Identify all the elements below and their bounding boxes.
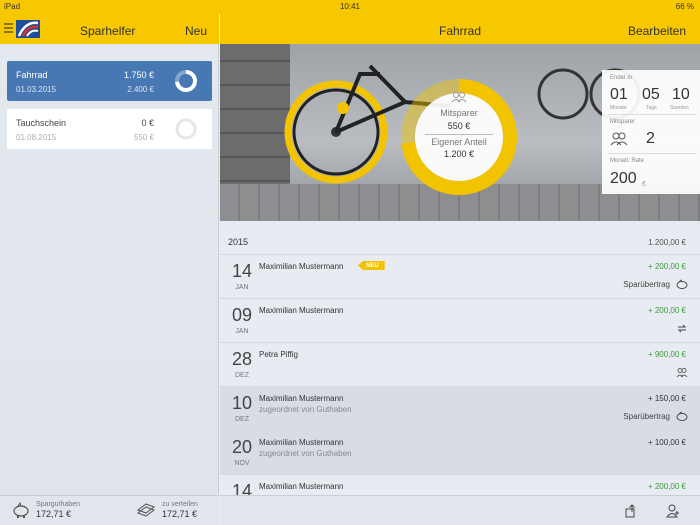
transaction-row[interactable]: 14 JAN Maximilian Mustermann NEU + 200,0…: [220, 255, 700, 299]
detail-header: Fahrrad Bearbeiten: [220, 14, 700, 44]
entry-month: NOV: [234, 460, 250, 467]
entry-amount: + 200,00 €: [647, 306, 686, 315]
divider: [608, 153, 696, 154]
monthly-rate-unit: €: [642, 181, 646, 188]
entry-day: 14: [231, 261, 253, 281]
group-icon: [451, 92, 467, 103]
transaction-row[interactable]: 10 DEZ Maximilian Mustermann zugeordnet …: [220, 387, 700, 431]
piggy-bank-icon[interactable]: [12, 502, 30, 518]
goal-date: 01.03.2015: [16, 85, 57, 94]
monthly-rate-value: 200: [610, 170, 637, 187]
info-co-savers-label: Mitsparer: [610, 119, 636, 125]
entry-name: Maximilian Mustermann: [259, 438, 344, 447]
status-bar: iPad 10:41 66 %: [0, 0, 700, 14]
entry-month: DEZ: [235, 416, 249, 423]
months-value: 01: [610, 86, 628, 103]
battery-level: 66 %: [675, 2, 694, 11]
entry-type: Sparübertrag: [623, 280, 670, 289]
goal-target: 2.400 €: [127, 85, 154, 94]
transaction-row[interactable]: 28 DEZ Petra Piffig + 900,00 €: [220, 343, 700, 387]
entry-name: Petra Piffig: [259, 350, 298, 359]
goal-amount: 1.750 €: [123, 70, 154, 80]
savings-label: Sparguthaben: [36, 501, 80, 508]
own-share-amount: 1.200 €: [443, 149, 475, 159]
sidebar-header: Sparhelfer Neu: [0, 14, 219, 44]
entry-day: 14: [231, 481, 253, 495]
year-header: 2015 1.200,00 €: [220, 221, 700, 255]
sidebar-title: Sparhelfer: [80, 24, 136, 38]
entry-month: JAN: [235, 328, 249, 335]
entry-name: Maximilian Mustermann: [259, 306, 344, 315]
progress-ring-icon: [175, 118, 197, 140]
share-icon[interactable]: [624, 504, 638, 518]
days-value: 05: [642, 86, 660, 103]
entry-name: Maximilian Mustermann: [259, 394, 344, 403]
distribute-label: zu verteilen: [162, 501, 198, 508]
transaction-list[interactable]: 2015 1.200,00 € 14 JAN Maximilian Muster…: [220, 221, 700, 495]
entry-amount: + 100,00 €: [647, 438, 686, 447]
group-icon: [610, 132, 628, 146]
savings-balance[interactable]: Sparguthaben 172,71 €: [36, 501, 80, 519]
distribute-balance[interactable]: zu verteilen 172,71 €: [162, 501, 198, 519]
ends-in-label: Endet in: [610, 75, 633, 81]
year-total: 1.200,00 €: [648, 238, 686, 247]
entry-day: 28: [231, 349, 253, 369]
months-label: Monate: [610, 105, 627, 111]
money-stack-icon[interactable]: [136, 503, 156, 517]
menu-icon[interactable]: [4, 23, 13, 33]
savings-value: 172,71 €: [36, 509, 72, 519]
co-savers-label: Mitsparer: [440, 108, 478, 118]
group-icon: [676, 368, 688, 378]
piggy-bank-icon: [676, 411, 688, 422]
piggy-bank-icon: [676, 279, 688, 290]
sidebar: Fahrrad 01.03.2015 1.750 € 2.400 € Tauch…: [0, 44, 219, 525]
entry-amount: + 200,00 €: [647, 262, 686, 271]
savings-goal-card-fahrrad[interactable]: Fahrrad 01.03.2015 1.750 € 2.400 €: [7, 61, 212, 101]
entry-name: Maximilian Mustermann: [259, 262, 344, 271]
distribute-value: 172,71 €: [162, 509, 198, 519]
entry-amount: + 900,00 €: [647, 350, 686, 359]
detail-toolbar: [220, 495, 700, 525]
repeat-icon: [677, 324, 687, 333]
entry-day: 09: [231, 305, 253, 325]
goal-name: Tauchschein: [16, 118, 67, 128]
bank-logo: [16, 20, 40, 38]
entry-subtitle: zugeordnet von Guthaben: [259, 449, 352, 458]
sidebar-footer: Sparguthaben 172,71 € zu verteilen 172,7…: [0, 495, 219, 525]
divider: [608, 114, 696, 115]
hours-value: 10: [672, 86, 690, 103]
transaction-row[interactable]: 20 NOV Maximilian Mustermann zugeordnet …: [220, 431, 700, 475]
entry-day: 10: [231, 393, 253, 413]
clock: 10:41: [339, 2, 361, 11]
entry-month: DEZ: [235, 372, 249, 379]
new-badge: NEU: [358, 261, 385, 270]
hours-label: Stunden: [670, 105, 689, 111]
monthly-rate-label: Monatl. Rate: [610, 158, 645, 164]
year-label: 2015: [228, 237, 249, 247]
entry-day: 20: [231, 437, 253, 457]
goal-date: 01.08.2015: [16, 133, 57, 142]
co-savers-amount: 550 €: [447, 121, 471, 131]
own-share-label: Eigener Anteil: [431, 137, 487, 147]
edit-button[interactable]: Bearbeiten: [628, 24, 686, 38]
transaction-row[interactable]: 09 JAN Maximilian Mustermann + 200,00 €: [220, 299, 700, 343]
days-label: Tage: [646, 105, 657, 111]
add-person-icon[interactable]: [666, 504, 680, 518]
co-savers-count: 2: [646, 130, 655, 147]
entry-name: Maximilian Mustermann: [259, 482, 344, 491]
savings-goal-card-tauchschein[interactable]: Tauchschein 01.08.2015 0 € 550 €: [7, 109, 212, 149]
entry-month: JAN: [235, 284, 249, 291]
goal-info-panel: Endet in 01 05 10 Monate Tage Stunden Mi…: [602, 70, 700, 194]
entry-amount: + 150,00 €: [647, 394, 686, 403]
ring-divider: [425, 134, 493, 135]
entry-type: Sparübertrag: [623, 412, 670, 421]
progress-ring-icon: [175, 70, 197, 92]
new-button[interactable]: Neu: [185, 24, 207, 38]
goal-target: 550 €: [133, 133, 154, 142]
entry-amount: + 200,00 €: [647, 482, 686, 491]
entry-subtitle: zugeordnet von Guthaben: [259, 405, 352, 414]
goal-amount: 0 €: [141, 118, 154, 128]
transaction-row[interactable]: 14 Maximilian Mustermann + 200,00 €: [220, 475, 700, 495]
goal-name: Fahrrad: [16, 70, 48, 80]
